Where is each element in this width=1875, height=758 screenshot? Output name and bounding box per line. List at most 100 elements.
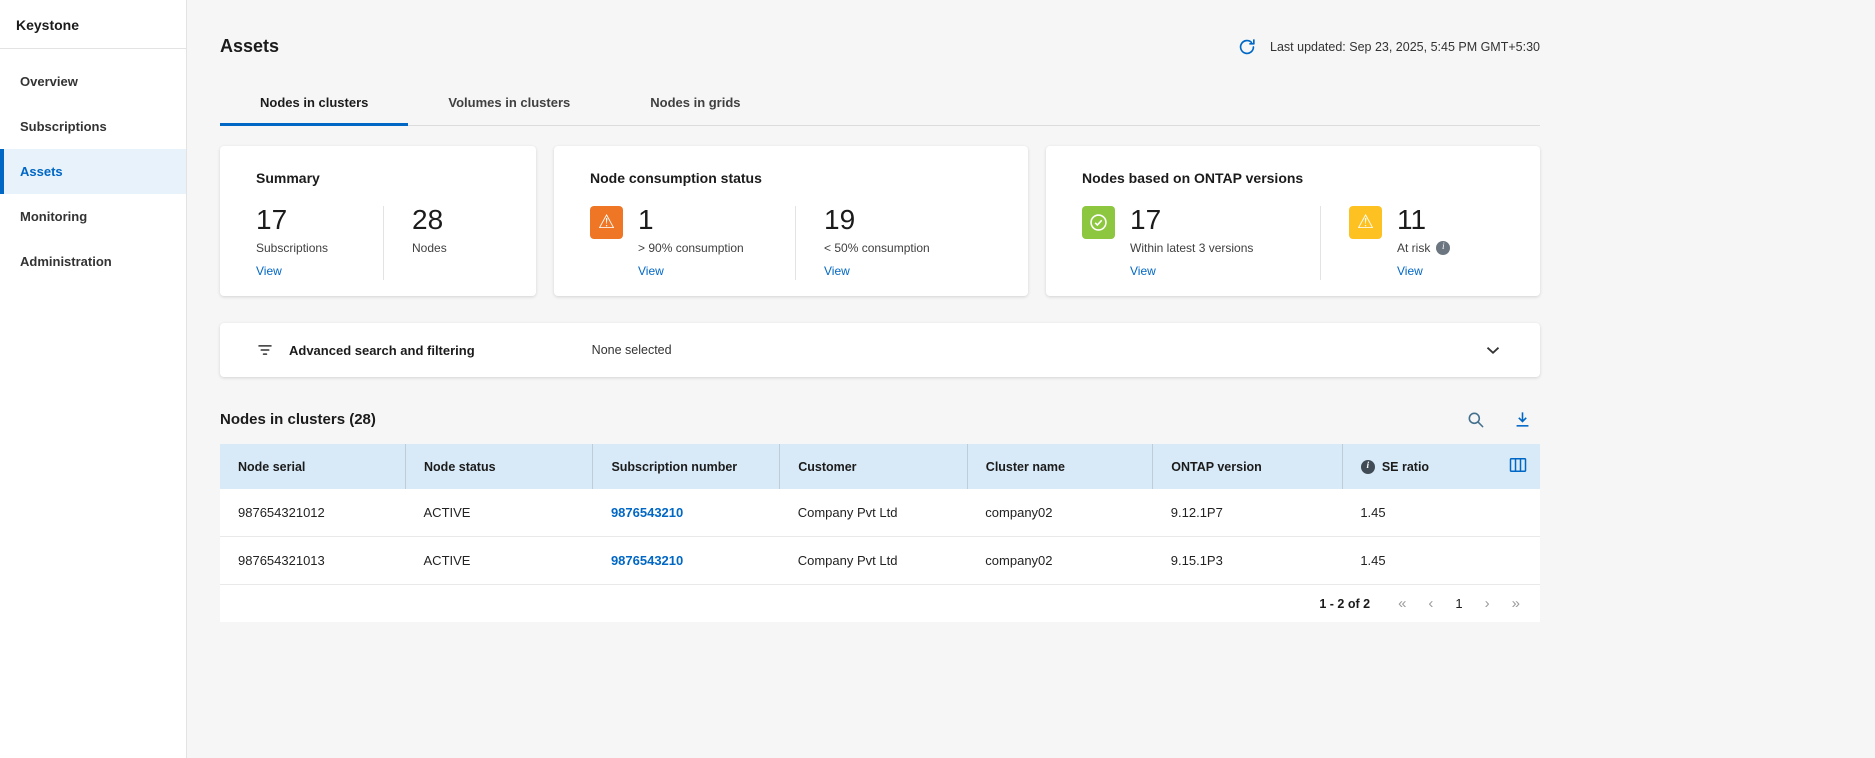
table-section-title: Nodes in clusters (28) [220,411,376,428]
subscription-number-link[interactable]: 9876543210 [611,505,683,520]
high-consumption-count: 1 [638,206,744,234]
table-header-row: Node serial Node status Subscription num… [220,444,1540,489]
latest-versions-view-link[interactable]: View [1130,264,1156,278]
cell-se-ratio: 1.45 [1342,489,1490,537]
column-header-ontap-version: ONTAP version [1153,444,1343,489]
last-updated-group: Last updated: Sep 23, 2025, 5:45 PM GMT+… [1237,37,1540,57]
info-icon[interactable] [1361,460,1375,474]
low-consumption-view-link[interactable]: View [824,264,850,278]
cell-node-serial: 987654321013 [220,537,406,585]
cell-subscription-number: 9876543210 [593,489,780,537]
nodes-stat: 28 Nodes [412,206,447,255]
column-picker-cell [1490,444,1540,489]
page-title: Assets [220,36,279,57]
high-consumption-label: > 90% consumption [638,241,744,255]
column-picker-button[interactable] [1508,455,1528,475]
pagination-prev-icon[interactable]: ‹ [1428,596,1433,611]
stat-divider [795,206,796,280]
cell-se-ratio: 1.45 [1342,537,1490,585]
subscriptions-stat: 17 Subscriptions View [256,206,383,280]
nodes-count: 28 [412,206,447,234]
high-consumption-stat: 1 > 90% consumption View [590,206,795,280]
cell-customer: Company Pvt Ltd [780,537,968,585]
pagination-last-icon[interactable]: » [1512,596,1520,611]
cell-subscription-number: 9876543210 [593,537,780,585]
page-header: Assets Last updated: Sep 23, 2025, 5:45 … [220,0,1540,57]
cell-ontap-version: 9.15.1P3 [1153,537,1343,585]
download-button[interactable] [1513,410,1532,429]
refresh-button[interactable] [1237,37,1257,57]
summary-cards: Summary 17 Subscriptions View [220,146,1540,296]
column-header-customer: Customer [780,444,968,489]
ontap-versions-card-title: Nodes based on ONTAP versions [1082,170,1504,186]
low-consumption-count: 19 [824,206,930,234]
high-consumption-view-link[interactable]: View [638,264,664,278]
column-header-cluster-name: Cluster name [967,444,1152,489]
pagination-current-page[interactable]: 1 [1455,596,1462,611]
at-risk-count: 11 [1397,206,1450,234]
tab-nodes-in-grids[interactable]: Nodes in grids [610,83,780,126]
tab-nodes-in-clusters[interactable]: Nodes in clusters [220,83,408,126]
column-header-subscription-number: Subscription number [593,444,780,489]
latest-versions-label: Within latest 3 versions [1130,241,1253,255]
last-updated-text: Last updated: Sep 23, 2025, 5:45 PM GMT+… [1270,40,1540,54]
info-icon[interactable] [1436,241,1450,255]
download-icon [1513,410,1532,429]
sidebar-item-subscriptions[interactable]: Subscriptions [0,104,186,149]
table-section-header: Nodes in clusters (28) [220,410,1540,429]
column-header-node-serial: Node serial [220,444,406,489]
brand-keystone: Keystone [0,0,186,49]
subscription-number-link[interactable]: 9876543210 [611,553,683,568]
warning-triangle-icon [1349,206,1382,239]
summary-card: Summary 17 Subscriptions View [220,146,536,296]
ontap-versions-card: Nodes based on ONTAP versions 17 [1046,146,1540,296]
filter-status-text: None selected [592,343,672,357]
subscriptions-label: Subscriptions [256,241,328,255]
app-window: Keystone Overview Subscriptions Assets M… [0,0,1875,758]
nodes-label: Nodes [412,241,447,255]
search-button[interactable] [1466,410,1485,429]
main-area: Assets Last updated: Sep 23, 2025, 5:45 … [187,0,1875,758]
pagination-next-icon[interactable]: › [1485,596,1490,611]
chevron-down-icon[interactable] [1482,339,1504,361]
cell-node-serial: 987654321012 [220,489,406,537]
stat-divider [1320,206,1321,280]
at-risk-view-link[interactable]: View [1397,264,1423,278]
nodes-table: Node serial Node status Subscription num… [220,444,1540,585]
pagination-first-icon[interactable]: « [1398,596,1406,611]
low-consumption-stat: 19 < 50% consumption View [824,206,930,280]
search-icon [1466,410,1485,429]
sidebar-item-administration[interactable]: Administration [0,239,186,284]
tab-volumes-in-clusters[interactable]: Volumes in clusters [408,83,610,126]
cell-customer: Company Pvt Ltd [780,489,968,537]
sidebar-item-overview[interactable]: Overview [0,59,186,104]
cell-ontap-version: 9.12.1P7 [1153,489,1343,537]
sidebar-nav: Overview Subscriptions Assets Monitoring… [0,49,186,284]
at-risk-label: At risk [1397,241,1430,255]
table-row[interactable]: 987654321013 ACTIVE 9876543210 Company P… [220,537,1540,585]
subscriptions-count: 17 [256,206,328,234]
at-risk-stat: 11 At risk View [1349,206,1450,280]
sidebar-item-assets[interactable]: Assets [0,149,186,194]
table-row[interactable]: 987654321012 ACTIVE 9876543210 Company P… [220,489,1540,537]
check-circle-icon [1082,206,1115,239]
tab-bar: Nodes in clusters Volumes in clusters No… [220,83,1540,126]
latest-versions-count: 17 [1130,206,1253,234]
cell-node-status: ACTIVE [406,537,593,585]
latest-versions-stat: 17 Within latest 3 versions View [1082,206,1320,280]
subscriptions-view-link[interactable]: View [256,264,282,278]
column-header-node-status: Node status [406,444,593,489]
pagination-bar: 1 - 2 of 2 « ‹ 1 › » [220,585,1540,622]
advanced-search-bar[interactable]: Advanced search and filtering None selec… [220,323,1540,377]
cell-cluster-name: company02 [967,537,1152,585]
node-consumption-card: Node consumption status 1 > 90% consumpt… [554,146,1028,296]
low-consumption-label: < 50% consumption [824,241,930,255]
stat-divider [383,206,384,280]
node-consumption-card-title: Node consumption status [590,170,992,186]
sidebar: Keystone Overview Subscriptions Assets M… [0,0,187,758]
summary-card-title: Summary [256,170,500,186]
advanced-search-label: Advanced search and filtering [289,343,475,358]
cell-node-status: ACTIVE [406,489,593,537]
sidebar-item-monitoring[interactable]: Monitoring [0,194,186,239]
cell-cluster-name: company02 [967,489,1152,537]
